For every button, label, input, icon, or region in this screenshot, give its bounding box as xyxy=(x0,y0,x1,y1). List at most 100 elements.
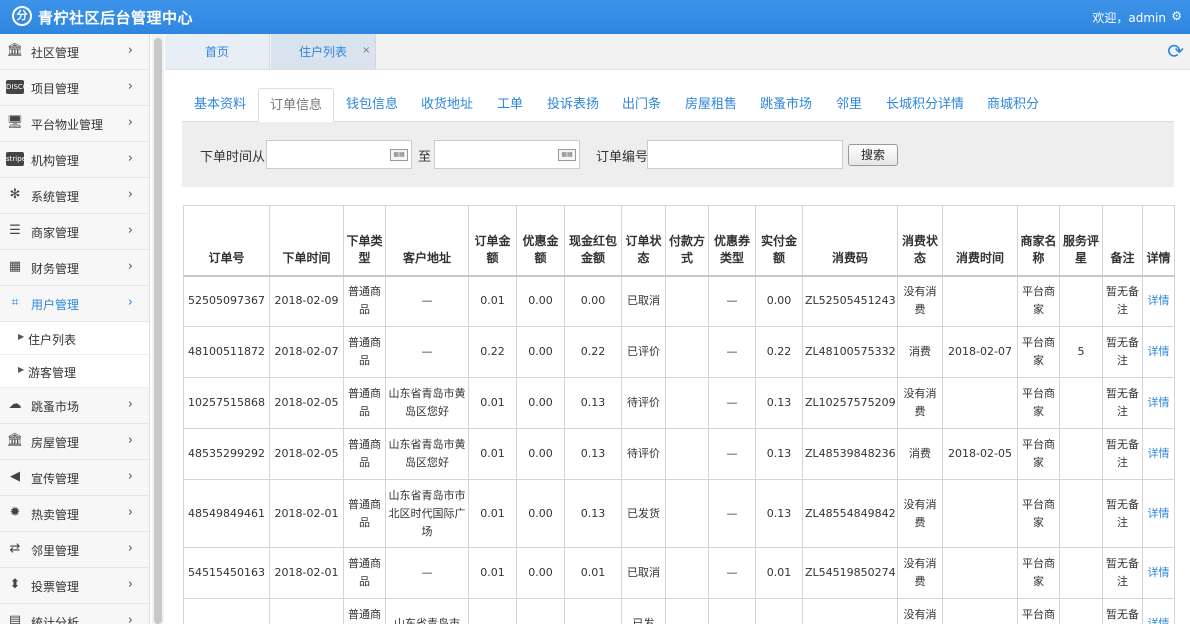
search-button[interactable]: 搜索 xyxy=(848,144,898,166)
welcome-user-link[interactable]: 欢迎，admin xyxy=(1092,9,1166,26)
table-cell: 平台商家 xyxy=(1017,275,1060,327)
order-no-input[interactable] xyxy=(647,140,843,169)
from-date-label: 下单时间从 xyxy=(200,150,266,165)
chevron-right-icon: › xyxy=(127,505,133,520)
detail-link[interactable]: 详情 xyxy=(1148,447,1170,460)
table-cell: 54515450163 xyxy=(183,547,270,599)
sidebar-scrollbar-thumb[interactable] xyxy=(154,38,162,624)
sidebar-item-bars[interactable]: ☰ 商家管理 › xyxy=(0,214,149,250)
calendar-icon[interactable]: ▦▦ xyxy=(390,149,408,161)
inner-tab[interactable]: 跳蚤市场 xyxy=(760,88,812,122)
chevron-right-icon: › xyxy=(127,151,133,166)
detail-link[interactable]: 详情 xyxy=(1148,345,1170,358)
table-cell: 平台商家 xyxy=(1017,547,1060,599)
sidebar-item-calculator[interactable]: ▦ 财务管理 › xyxy=(0,250,149,286)
inner-tab[interactable]: 长城积分详情 xyxy=(886,88,964,122)
table-cell: 已发货 xyxy=(621,479,666,548)
table-cell: 0.00 xyxy=(516,479,565,548)
chevron-right-icon: › xyxy=(127,613,133,624)
sidebar-item-chart[interactable]: ▤ 统计分析 › xyxy=(0,604,149,624)
tab-resident-list[interactable]: 住户列表 xyxy=(271,34,376,69)
sun-icon: ✹ xyxy=(9,505,21,520)
column-header: 消费码 xyxy=(802,205,898,277)
table-cell: 52505097367 xyxy=(183,275,270,327)
inner-tab[interactable]: 邻里 xyxy=(836,88,862,122)
table-cell: 详情 xyxy=(1142,275,1175,327)
sidebar-item-bank[interactable]: 🏛 社区管理 › xyxy=(0,34,149,70)
sidebar-subitem[interactable]: ▶ 游客管理 xyxy=(0,355,149,388)
table-cell: 普通商品 xyxy=(343,479,386,548)
page-tab-bar: 首页 住户列表 × ⟳ xyxy=(165,34,1190,70)
inner-tab[interactable]: 投诉表扬 xyxy=(547,88,599,122)
sidebar-item-label: 财务管理 xyxy=(31,262,80,276)
sidebar-item-stripe[interactable]: stripe 机构管理 › xyxy=(0,142,149,178)
table-cell: 普通商品 xyxy=(343,598,386,624)
table-cell xyxy=(516,598,565,624)
table-cell: ZL52505451243 xyxy=(802,275,898,327)
table-cell: 0.01 xyxy=(468,479,517,548)
top-header: 分 青柠社区后台管理中心 欢迎，admin ⚙ xyxy=(0,0,1190,34)
column-header: 订单金额 xyxy=(468,205,517,277)
crop-icon: ⌗ xyxy=(11,295,19,310)
sidebar-item-retweet[interactable]: ⇄ 邻里管理 › xyxy=(0,532,149,568)
sidebar-item-sun[interactable]: ✹ 热卖管理 › xyxy=(0,496,149,532)
table-cell: 0.13 xyxy=(564,428,622,480)
table-cell: 0.13 xyxy=(564,377,622,429)
table-header-row: 订单号 下单时间 下单类型 客户地址 订单金额 优惠金额 现金红包金额 订单状态 付款方式 优惠券… xyxy=(183,205,1175,277)
table-cell: 0.22 xyxy=(564,326,622,378)
sidebar-item-label: 热卖管理 xyxy=(31,508,80,522)
sidebar-item-bank[interactable]: 🏛 房屋管理 › xyxy=(0,424,149,460)
sidebar-item-yelp[interactable]: ✻ 系统管理 › xyxy=(0,178,149,214)
table-cell: 2018-02-07 xyxy=(942,326,1018,378)
tab-home[interactable]: 首页 xyxy=(165,34,270,69)
bank-icon: 🏛 xyxy=(6,433,24,448)
inner-tab[interactable]: 基本资料 xyxy=(194,88,246,122)
table-cell: 已评价 xyxy=(621,326,666,378)
inner-tab[interactable]: 收货地址 xyxy=(421,88,473,122)
sidebar-item-crop[interactable]: ⌗ 用户管理 › xyxy=(0,286,149,322)
inner-tab[interactable]: 工单 xyxy=(497,88,523,122)
detail-tabs: 基本资料 订单信息 钱包信息 收货地址 工单 投诉表扬 出门条 房屋租售 跳蚤市场 邻里 长城积分详… xyxy=(182,88,1174,122)
table-cell: 平台商家 xyxy=(1017,479,1060,548)
inner-tab[interactable]: 房屋租售 xyxy=(685,88,737,122)
table-cell xyxy=(802,598,898,624)
inner-tab[interactable]: 商城积分 xyxy=(987,88,1039,122)
table-cell xyxy=(942,598,1018,624)
detail-link[interactable]: 详情 xyxy=(1148,566,1170,579)
table-cell: 0.13 xyxy=(755,479,803,548)
sidebar-subitem[interactable]: ▶ 住户列表 xyxy=(0,322,149,355)
sidebar-item-sort[interactable]: ⬍ 投票管理 › xyxy=(0,568,149,604)
table-cell: ZL10257575209 xyxy=(802,377,898,429)
close-tab-icon[interactable]: × xyxy=(362,45,370,56)
detail-link[interactable]: 详情 xyxy=(1148,617,1170,624)
gear-icon[interactable]: ⚙ xyxy=(1171,9,1182,23)
column-header: 消费时间 xyxy=(942,205,1018,277)
detail-link[interactable]: 详情 xyxy=(1148,396,1170,409)
sidebar-item-desktop[interactable]: 🖥 平台物业管理 › xyxy=(0,106,149,142)
sidebar-item-discover-card[interactable]: DISCOVER 项目管理 › xyxy=(0,70,149,106)
detail-link[interactable]: 详情 xyxy=(1148,294,1170,307)
chevron-right-icon: › xyxy=(127,397,133,412)
table-cell xyxy=(942,479,1018,548)
detail-link[interactable]: 详情 xyxy=(1148,507,1170,520)
table-cell: 普通商品 xyxy=(343,377,386,429)
inner-tab[interactable]: 订单信息 xyxy=(258,88,335,122)
table-cell: 普通商品 xyxy=(343,428,386,480)
inner-tab[interactable]: 钱包信息 xyxy=(346,88,398,122)
inner-tab[interactable]: 出门条 xyxy=(622,88,661,122)
table-cell: 0.00 xyxy=(516,547,565,599)
sidebar-item-label: 社区管理 xyxy=(31,46,80,60)
sidebar-item-volume[interactable]: ◀ 宣传管理 › xyxy=(0,460,149,496)
refresh-icon[interactable]: ⟳ xyxy=(1167,40,1184,62)
sidebar-item-cloud[interactable]: ☁ 跳蚤市场 › xyxy=(0,388,149,424)
calendar-icon[interactable]: ▦▦ xyxy=(558,149,576,161)
table-cell: 待评价 xyxy=(621,377,666,429)
table-cell: 0.01 xyxy=(468,275,517,327)
app-title: 青柠社区后台管理中心 xyxy=(38,9,194,27)
table-cell xyxy=(1059,275,1103,327)
table-cell: 0.13 xyxy=(755,428,803,480)
chevron-right-icon: › xyxy=(127,577,133,592)
table-cell xyxy=(755,598,803,624)
table-cell: 平台商家 xyxy=(1017,326,1060,378)
chevron-right-icon: › xyxy=(127,115,133,130)
